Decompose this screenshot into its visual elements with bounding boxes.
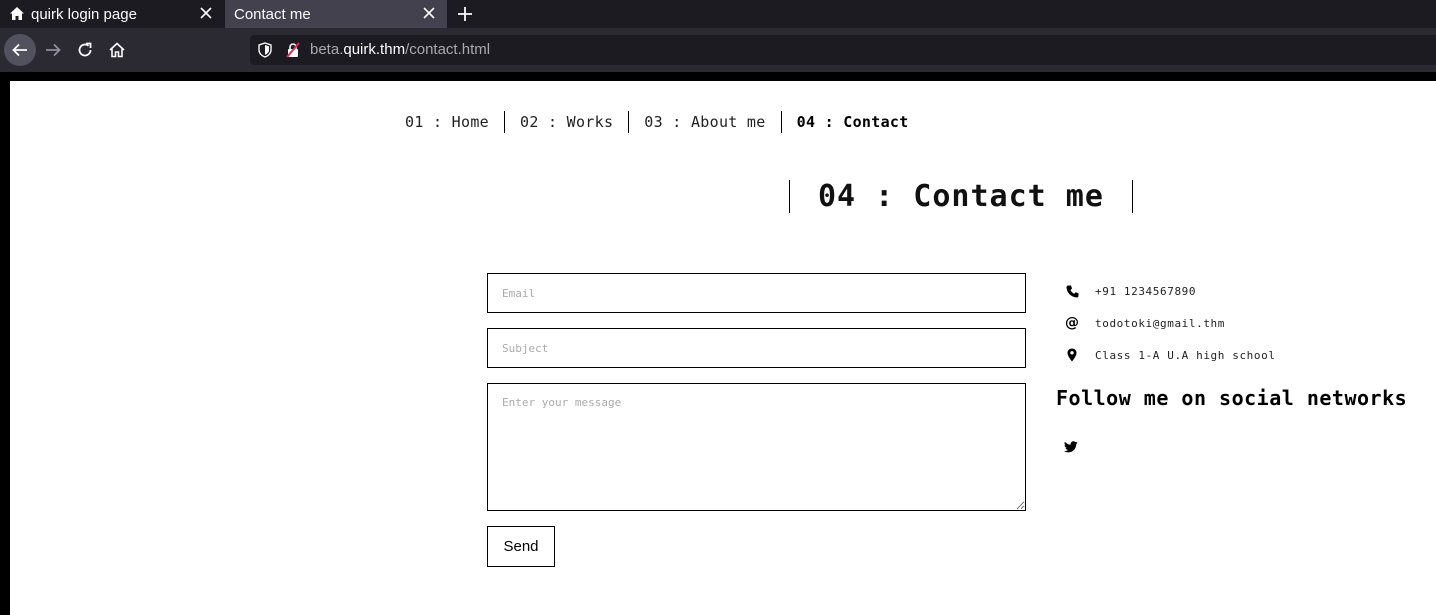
close-tab-icon[interactable]	[421, 5, 437, 21]
url-path: /contact.html	[405, 41, 491, 58]
at-sign-icon: @	[1065, 315, 1079, 331]
phone-icon	[1064, 283, 1080, 299]
send-button[interactable]: Send	[487, 526, 555, 567]
insecure-lock-icon[interactable]	[285, 42, 301, 62]
page-title: 04 : Contact me	[789, 180, 1133, 213]
nav-item-about[interactable]: 03 : About me	[628, 111, 780, 133]
forward-button[interactable]	[37, 34, 69, 66]
nav-item-works[interactable]: 02 : Works	[503, 111, 628, 133]
map-marker-icon	[1064, 347, 1080, 363]
home-button[interactable]	[101, 34, 133, 66]
tab-title: quirk login page	[31, 5, 137, 23]
shield-icon[interactable]	[258, 42, 272, 62]
back-button[interactable]	[4, 34, 36, 66]
page-content: 01 : Home 02 : Works 03 : About me 04 : …	[10, 81, 1436, 615]
nav-item-home[interactable]: 01 : Home	[405, 111, 504, 133]
nav-item-contact[interactable]: 04 : Contact	[780, 111, 924, 133]
new-tab-icon[interactable]	[455, 4, 475, 24]
reload-button[interactable]	[69, 34, 101, 66]
url-prefix: beta.	[310, 41, 344, 58]
tab-contact-me[interactable]: Contact me	[225, 0, 447, 28]
contact-phone: +91 1234567890	[1064, 282, 1196, 300]
contact-email: @ todotoki@gmail.thm	[1064, 314, 1225, 332]
email-address: todotoki@gmail.thm	[1095, 316, 1226, 330]
phone-number: +91 1234567890	[1095, 284, 1197, 298]
tab-title: Contact me	[234, 5, 311, 23]
social-heading: Follow me on social networks	[1056, 386, 1408, 410]
home-icon	[9, 6, 25, 22]
close-tab-icon[interactable]	[198, 5, 214, 21]
location-text: Class 1-A U.A high school	[1095, 348, 1276, 362]
email-field[interactable]	[487, 273, 1026, 313]
url-host: quirk.thm	[343, 41, 406, 58]
site-nav: 01 : Home 02 : Works 03 : About me 04 : …	[405, 111, 924, 133]
twitter-icon[interactable]	[1063, 438, 1080, 454]
browser-tab-bar: quirk login page Contact me	[0, 0, 1436, 28]
message-field[interactable]	[487, 383, 1026, 511]
tab-quirk-login[interactable]: quirk login page	[0, 0, 224, 28]
contact-location: Class 1-A U.A high school	[1064, 346, 1276, 364]
address-bar[interactable]: beta.quirk.thm/contact.html	[250, 35, 1436, 65]
url-text: beta.quirk.thm/contact.html	[310, 41, 490, 58]
subject-field[interactable]	[487, 328, 1026, 368]
